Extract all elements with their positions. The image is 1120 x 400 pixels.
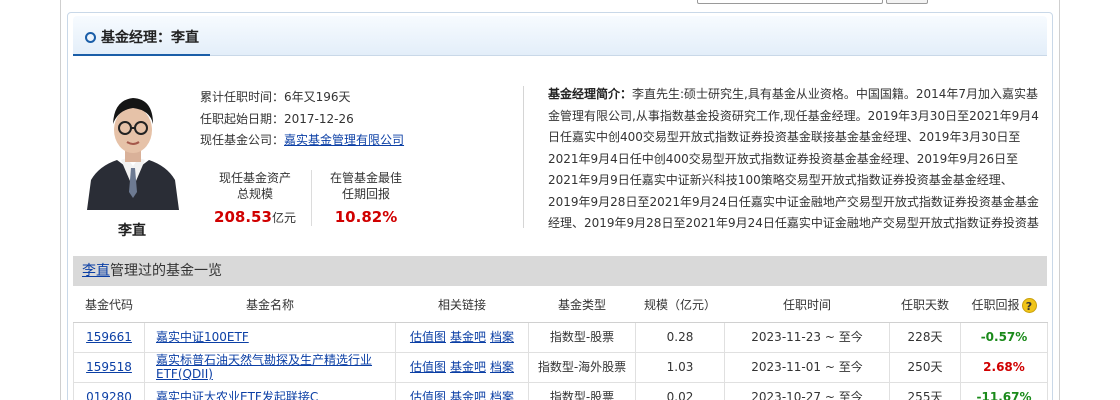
manager-name: 李直 — [118, 223, 146, 239]
col-header-name: 基金名称 — [144, 288, 396, 323]
manager-bio: 基金经理简介：李直先生:硕士研究生,具有基金从业资格。中国国籍。2014年7月加… — [548, 84, 1040, 234]
related-links: 估值图 基金吧 档案 — [395, 351, 529, 383]
company-link[interactable]: 嘉实基金管理有限公司 — [284, 133, 404, 147]
manager-photo — [87, 88, 179, 210]
fund-code-link[interactable]: 019280 — [86, 390, 132, 400]
fund-forum-link[interactable]: 基金吧 — [450, 390, 486, 400]
bio-label: 基金经理简介： — [548, 87, 633, 101]
fund-return: -11.67% — [960, 381, 1048, 400]
fund-size: 0.28 — [635, 321, 725, 353]
fund-code-link[interactable]: 159661 — [86, 330, 132, 344]
search-button[interactable] — [886, 0, 928, 4]
company-line: 现任基金公司：嘉实基金管理有限公司 — [200, 131, 404, 148]
assets-unit: 亿元 — [271, 211, 296, 225]
fund-days: 250天 — [889, 351, 961, 383]
fund-table: 基金代码 基金名称 相关链接 基金类型 规模（亿元） 任职时间 任职天数 任职回… — [73, 288, 1048, 400]
section-divider — [523, 86, 524, 228]
tenure-total: 累计任职时间：6年又196天 — [200, 90, 351, 104]
question-icon[interactable]: ? — [1021, 298, 1037, 314]
return-label-1: 在管基金最佳 — [329, 171, 402, 185]
fund-days: 228天 — [889, 321, 961, 353]
manager-title: 基金经理：李直 — [85, 16, 213, 56]
fund-name-link[interactable]: 嘉实中证大农业ETF发起联接C — [156, 390, 318, 400]
fund-return: -0.57% — [960, 321, 1048, 353]
valuation-chart-link[interactable]: 估值图 — [410, 330, 446, 344]
fund-code-link[interactable]: 159518 — [86, 360, 132, 374]
assets-value: 208.53 — [214, 208, 272, 226]
return-stat: 在管基金最佳 任期回报 10.82% — [320, 170, 412, 226]
table-row: 019280 嘉实中证大农业ETF发起联接C 估值图 基金吧 档案 指数型-股票 0… — [73, 381, 1048, 400]
fund-profile-link[interactable]: 档案 — [490, 390, 514, 400]
fund-profile-link[interactable]: 档案 — [490, 360, 514, 374]
fund-list-title: 管理过的基金一览 — [110, 263, 222, 279]
related-links: 估值图 基金吧 档案 — [395, 381, 529, 400]
fund-return: 2.68% — [960, 351, 1048, 383]
fund-forum-link[interactable]: 基金吧 — [450, 360, 486, 374]
search-input[interactable] — [697, 0, 883, 4]
company-label: 现任基金公司： — [200, 133, 285, 147]
valuation-chart-link[interactable]: 估值图 — [410, 360, 446, 374]
start-date: 任职起始日期：2017-12-26 — [200, 112, 354, 126]
fund-period: 2023-11-01 ~ 至今 — [724, 351, 890, 383]
fund-size: 0.02 — [635, 381, 725, 400]
col-header-size: 规模（亿元） — [635, 288, 725, 323]
stat-divider — [311, 170, 312, 226]
fund-name-link[interactable]: 嘉实中证100ETF — [156, 330, 249, 344]
title-underline — [73, 54, 210, 56]
fund-period: 2023-11-23 ~ 至今 — [724, 321, 890, 353]
fund-type: 指数型-海外股票 — [528, 351, 636, 383]
table-row: 159661 嘉实中证100ETF 估值图 基金吧 档案 指数型-股票 0.28 2… — [73, 321, 1048, 353]
col-header-return: 任职回报? — [960, 288, 1048, 323]
return-label-2: 任期回报 — [341, 187, 390, 201]
assets-stat: 现任基金资产 总规模 208.53亿元 — [208, 170, 302, 226]
circle-marker-icon — [85, 32, 96, 43]
fund-profile-link[interactable]: 档案 — [490, 330, 514, 344]
fund-name-link[interactable]: 嘉实标普石油天然气勘探及生产精选行业ETF(QDII) — [156, 353, 372, 381]
fund-list-header: 李直管理过的基金一览 — [73, 256, 1047, 286]
col-header-links: 相关链接 — [395, 288, 529, 323]
fund-table-wrap: 基金代码 基金名称 相关链接 基金类型 规模（亿元） 任职时间 任职天数 任职回… — [73, 288, 1048, 400]
fund-days: 255天 — [889, 381, 961, 400]
related-links: 估值图 基金吧 档案 — [395, 321, 529, 353]
valuation-chart-link[interactable]: 估值图 — [410, 390, 446, 400]
bio-text: 李直先生:硕士研究生,具有基金从业资格。中国国籍。2014年7月加入嘉实基金管理… — [548, 87, 1039, 230]
manager-name-link[interactable]: 李直 — [82, 263, 110, 279]
col-header-days: 任职天数 — [889, 288, 961, 323]
col-header-period: 任职时间 — [724, 288, 890, 323]
return-value: 10.82% — [334, 208, 398, 226]
assets-label-2: 总规模 — [236, 187, 273, 201]
fund-forum-link[interactable]: 基金吧 — [450, 330, 486, 344]
manager-card-header: 基金经理：李直 — [73, 16, 1047, 56]
table-header-row: 基金代码 基金名称 相关链接 基金类型 规模（亿元） 任职时间 任职天数 任职回… — [73, 288, 1048, 323]
table-row: 159518 嘉实标普石油天然气勘探及生产精选行业ETF(QDII) 估值图 基金… — [73, 351, 1048, 383]
col-header-type: 基金类型 — [528, 288, 636, 323]
assets-label-1: 现任基金资产 — [218, 171, 291, 185]
fund-size: 1.03 — [635, 351, 725, 383]
fund-type: 指数型-股票 — [528, 381, 636, 400]
fund-period: 2023-10-27 ~ 至今 — [724, 381, 890, 400]
fund-type: 指数型-股票 — [528, 321, 636, 353]
col-header-code: 基金代码 — [73, 288, 145, 323]
